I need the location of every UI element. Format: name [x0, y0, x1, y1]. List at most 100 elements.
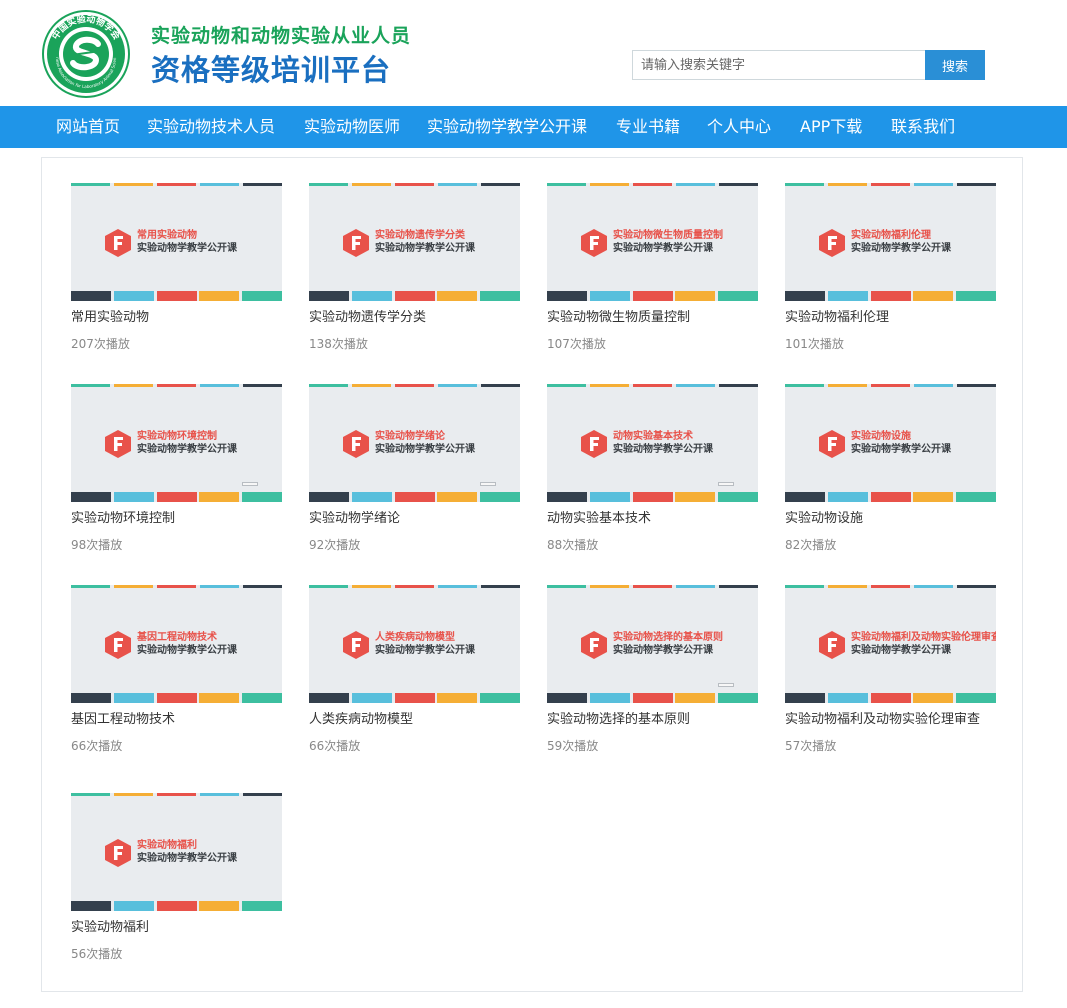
stripe-segment [242, 901, 282, 911]
course-title[interactable]: 实验动物遗传学分类 [309, 310, 520, 326]
stripe-segment [914, 585, 953, 588]
search-input[interactable] [633, 51, 925, 79]
course-thumbnail[interactable]: 人类疾病动物模型 实验动物学教学公开课 [309, 585, 520, 703]
stripe-segment [309, 585, 348, 588]
nav-item-personal-center[interactable]: 个人中心 [707, 106, 771, 148]
stripe-segment [113, 492, 154, 502]
stripe-segment [633, 183, 672, 186]
search-box [632, 50, 926, 80]
nav-item-books[interactable]: 专业书籍 [616, 106, 680, 148]
course-title[interactable]: 实验动物设施 [785, 511, 996, 527]
stripe-segment [828, 183, 867, 186]
course-title[interactable]: 实验动物福利 [71, 920, 282, 936]
nav-item-home[interactable]: 网站首页 [56, 106, 120, 148]
course-card[interactable]: 人类疾病动物模型 实验动物学教学公开课 人类疾病动物模型 66次播放 [309, 585, 520, 754]
stripe-segment [675, 492, 716, 502]
course-thumbnail[interactable]: 常用实验动物 实验动物学教学公开课 [71, 183, 282, 301]
course-card[interactable]: 实验动物设施 实验动物学教学公开课实验动物设施 82次播放 [785, 384, 996, 553]
stripe-segment [157, 183, 196, 186]
society-logo[interactable]: 中国实验动物学会 Chinese Association for Laborat… [42, 10, 130, 98]
stripe-segment [395, 585, 434, 588]
course-title[interactable]: 实验动物微生物质量控制 [547, 310, 758, 326]
course-thumbnail[interactable]: 实验动物选择的基本原则 实验动物学教学公开课 [547, 585, 758, 703]
stripe-segment [71, 901, 111, 911]
stripe-segment [395, 183, 434, 186]
course-thumbnail[interactable]: 实验动物学绪论 实验动物学教学公开课 [309, 384, 520, 502]
course-thumbnail[interactable]: 实验动物微生物质量控制 实验动物学教学公开课 [547, 183, 758, 301]
thumbnail-mini-box [242, 482, 258, 486]
course-card[interactable]: 动物实验基本技术 实验动物学教学公开课 动物实验基本技术 88次播放 [547, 384, 758, 553]
stripe-segment [438, 585, 477, 588]
course-thumbnail[interactable]: 实验动物福利及动物实验伦理审查 实验动物学教学公开课 [785, 585, 996, 703]
thumbnail-subtitle: 实验动物学教学公开课 [613, 645, 713, 656]
search-button[interactable]: 搜索 [925, 50, 985, 80]
course-thumbnail[interactable]: 实验动物福利伦理 实验动物学教学公开课 [785, 183, 996, 301]
course-thumbnail[interactable]: 动物实验基本技术 实验动物学教学公开课 [547, 384, 758, 502]
stripe-segment [480, 291, 520, 301]
nav-item-veterinarians[interactable]: 实验动物医师 [304, 106, 400, 148]
stripe-segment [870, 492, 911, 502]
stripe-segment [113, 693, 154, 703]
thumbnail-top-stripe [547, 585, 758, 588]
stripe-segment [590, 183, 629, 186]
stripe-segment [200, 183, 239, 186]
thumbnail-mini-box [718, 482, 734, 486]
stripe-segment [913, 291, 954, 301]
course-title[interactable]: 实验动物环境控制 [71, 511, 282, 527]
thumbnail-title: 实验动物环境控制 [137, 431, 217, 442]
stripe-segment [156, 492, 197, 502]
course-card[interactable]: 实验动物环境控制 实验动物学教学公开课 实验动物环境控制 98次播放 [71, 384, 282, 553]
course-card[interactable]: 实验动物遗传学分类 实验动物学教学公开课 实验动物遗传学分类 138次播放 [309, 183, 520, 352]
site-title: 实验动物和动物实验从业人员 资格等级培训平台 [151, 24, 411, 90]
course-title[interactable]: 实验动物学绪论 [309, 511, 520, 527]
course-title[interactable]: 人类疾病动物模型 [309, 712, 520, 728]
nav-item-contact[interactable]: 联系我们 [891, 106, 955, 148]
nav-item-app-download[interactable]: APP下载 [800, 106, 862, 148]
course-card[interactable]: 实验动物学绪论 实验动物学教学公开课 实验动物学绪论 92次播放 [309, 384, 520, 553]
course-card[interactable]: 实验动物福利及动物实验伦理审查 实验动物学教学公开课 实验动物福利及动物实验伦理审查… [785, 585, 996, 754]
thumbnail-bottom-stripe [309, 693, 520, 703]
course-card[interactable]: 实验动物微生物质量控制 实验动物学教学公开课 实验动物微生物质量控制 107次播放 [547, 183, 758, 352]
course-title[interactable]: 常用实验动物 [71, 310, 282, 326]
stripe-segment [352, 585, 391, 588]
stripe-segment [157, 384, 196, 387]
stripe-segment [114, 183, 153, 186]
thumbnail-subtitle: 实验动物学教学公开课 [851, 243, 951, 254]
stripe-segment [956, 492, 996, 502]
play-count: 82次播放 [785, 538, 837, 552]
thumbnail-subtitle: 实验动物学教学公开课 [851, 645, 951, 656]
course-thumbnail[interactable]: 实验动物设施 实验动物学教学公开课 [785, 384, 996, 502]
course-thumbnail[interactable]: 实验动物遗传学分类 实验动物学教学公开课 [309, 183, 520, 301]
course-title[interactable]: 实验动物福利伦理 [785, 310, 996, 326]
stripe-segment [785, 183, 824, 186]
nav-item-open-courses[interactable]: 实验动物学教学公开课 [427, 106, 587, 148]
course-title[interactable]: 实验动物选择的基本原则 [547, 712, 758, 728]
nav-item-technicians[interactable]: 实验动物技术人员 [147, 106, 275, 148]
course-card[interactable]: 实验动物福利伦理 实验动物学教学公开课实验动物福利伦理 101次播放 [785, 183, 996, 352]
stripe-segment [71, 585, 110, 588]
course-title[interactable]: 动物实验基本技术 [547, 511, 758, 527]
thumbnail-subtitle: 实验动物学教学公开课 [137, 853, 237, 864]
course-thumbnail[interactable]: 基因工程动物技术 实验动物学教学公开课 [71, 585, 282, 703]
course-card[interactable]: 实验动物选择的基本原则 实验动物学教学公开课 实验动物选择的基本原则 59次播放 [547, 585, 758, 754]
course-badge-icon [105, 229, 131, 257]
course-card[interactable]: 常用实验动物 实验动物学教学公开课 常用实验动物 207次播放 [71, 183, 282, 352]
stripe-segment [199, 693, 240, 703]
stripe-segment [114, 793, 153, 796]
thumbnail-subtitle: 实验动物学教学公开课 [375, 645, 475, 656]
course-title[interactable]: 基因工程动物技术 [71, 712, 282, 728]
course-card[interactable]: 实验动物福利 实验动物学教学公开课 实验动物福利 56次播放 [71, 793, 282, 962]
play-count: 101次播放 [785, 337, 844, 351]
thumbnail-text: 动物实验基本技术 实验动物学教学公开课 [613, 430, 713, 456]
stripe-segment [632, 492, 673, 502]
course-card[interactable]: 基因工程动物技术 实验动物学教学公开课 基因工程动物技术 66次播放 [71, 585, 282, 754]
thumbnail-text: 人类疾病动物模型 实验动物学教学公开课 [375, 631, 475, 657]
stripe-segment [71, 492, 111, 502]
stripe-segment [351, 693, 392, 703]
course-thumbnail[interactable]: 实验动物福利 实验动物学教学公开课 [71, 793, 282, 911]
thumbnail-top-stripe [547, 183, 758, 186]
stripe-segment [200, 793, 239, 796]
course-title[interactable]: 实验动物福利及动物实验伦理审查 [785, 712, 996, 728]
course-thumbnail[interactable]: 实验动物环境控制 实验动物学教学公开课 [71, 384, 282, 502]
stripe-segment [913, 693, 954, 703]
